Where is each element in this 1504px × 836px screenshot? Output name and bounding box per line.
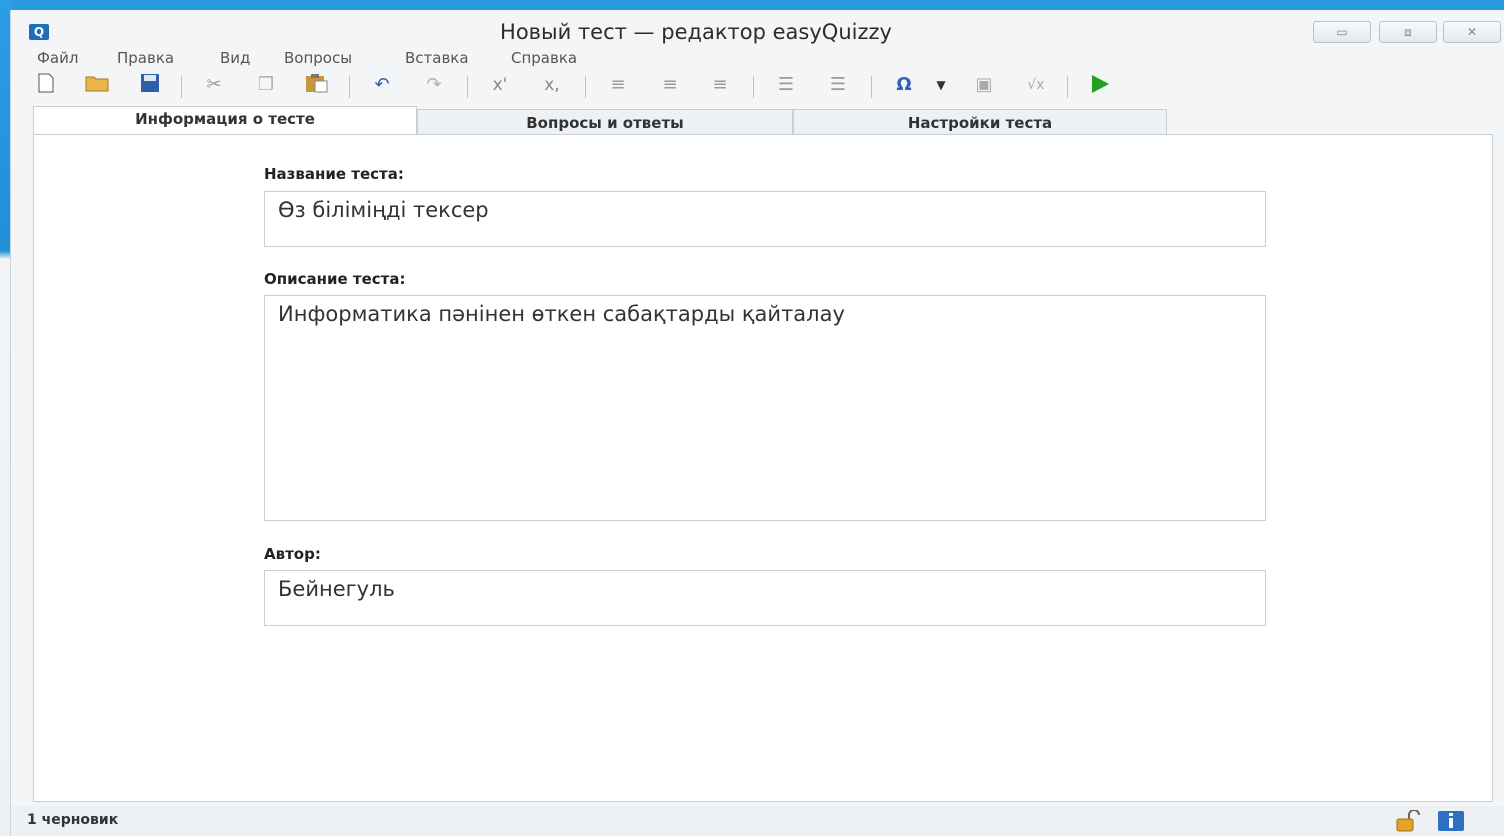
cut-icon[interactable]: ✂: [201, 73, 227, 97]
test-description-label: Описание теста:: [264, 270, 406, 288]
toolbar-separator: [181, 76, 182, 98]
toolbar-separator: [871, 76, 872, 98]
numbered-list-icon[interactable]: ☰: [773, 73, 799, 97]
menu-edit[interactable]: Правка: [117, 49, 174, 67]
status-text: 1 черновик: [27, 812, 119, 828]
toolbar-separator: [349, 76, 350, 98]
tab-test-settings[interactable]: Настройки теста: [793, 109, 1167, 136]
test-description-textarea[interactable]: Информатика пәнінен өткен сабақтарды қай…: [264, 295, 1266, 521]
save-icon[interactable]: [137, 73, 163, 97]
toolbar-separator: [467, 76, 468, 98]
close-button[interactable]: ✕: [1443, 21, 1501, 43]
menu-questions[interactable]: Вопросы: [284, 49, 352, 67]
align-left-icon[interactable]: ≡: [605, 73, 631, 97]
insert-image-icon[interactable]: ▣: [971, 73, 997, 97]
status-bar: 1 черновик: [11, 806, 1504, 836]
maximize-button[interactable]: ⧈: [1379, 21, 1437, 43]
subscript-icon[interactable]: x,: [539, 73, 565, 97]
info-icon[interactable]: [1437, 810, 1465, 832]
editor-window: Q Новый тест — редактор easyQuizzy ▭ ⧈ ✕…: [10, 10, 1504, 836]
toolbar-separator: [585, 76, 586, 98]
title-bar: Q Новый тест — редактор easyQuizzy ▭ ⧈ ✕: [11, 10, 1504, 46]
new-file-icon[interactable]: [33, 73, 59, 97]
bullet-list-icon[interactable]: ☰: [825, 73, 851, 97]
menu-help[interactable]: Справка: [511, 49, 577, 67]
unlock-icon[interactable]: [1395, 809, 1421, 832]
toolbar-separator: [753, 76, 754, 98]
formula-icon[interactable]: √x: [1023, 73, 1049, 97]
desktop-background: [0, 0, 10, 836]
superscript-icon[interactable]: x': [487, 73, 513, 97]
author-label: Автор:: [264, 545, 321, 563]
run-test-icon[interactable]: [1087, 73, 1113, 97]
chevron-down-icon[interactable]: ▼: [933, 73, 949, 97]
test-name-label: Название теста:: [264, 165, 404, 183]
menu-file[interactable]: Файл: [37, 49, 78, 67]
open-folder-icon[interactable]: [85, 73, 111, 97]
undo-icon[interactable]: ↶: [369, 73, 395, 97]
menu-bar: Файл Правка Вид Вопросы Вставка Справка: [11, 46, 1504, 70]
author-input[interactable]: Бейнегуль: [264, 570, 1266, 626]
toolbar: ✂ ❐ ↶ ↷ x' x, ≡ ≡ ≡ ☰ ☰ Ω ▼ ▣ √x: [11, 70, 1504, 102]
copy-icon[interactable]: ❐: [253, 73, 279, 97]
window-title: Новый тест — редактор easyQuizzy: [500, 20, 892, 44]
tab-test-info[interactable]: Информация о тесте: [33, 106, 417, 137]
toolbar-separator: [1067, 76, 1068, 98]
redo-icon[interactable]: ↷: [421, 73, 447, 97]
tab-questions-answers[interactable]: Вопросы и ответы: [417, 109, 793, 136]
align-center-icon[interactable]: ≡: [657, 73, 683, 97]
align-right-icon[interactable]: ≡: [707, 73, 733, 97]
special-symbol-icon[interactable]: Ω: [891, 73, 917, 97]
menu-view[interactable]: Вид: [220, 49, 250, 67]
test-name-input[interactable]: Өз біліміңді тексер: [264, 191, 1266, 247]
minimize-button[interactable]: ▭: [1313, 21, 1371, 43]
menu-insert[interactable]: Вставка: [405, 49, 469, 67]
paste-icon[interactable]: [303, 73, 329, 97]
test-info-panel: Название теста: Өз біліміңді тексер Опис…: [33, 134, 1493, 802]
